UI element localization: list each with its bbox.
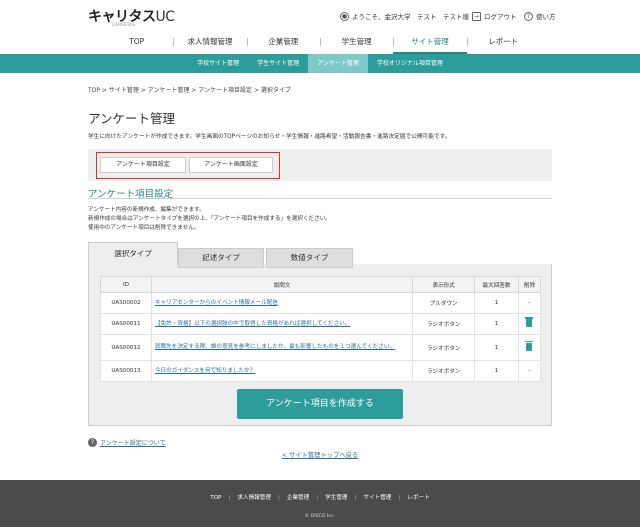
row-format: ラジオボタン: [412, 334, 476, 361]
main-nav-companies[interactable]: 企業管理: [246, 33, 320, 54]
footer-nav-top[interactable]: TOP: [210, 495, 221, 501]
survey-settings-help-link[interactable]: ? アンケート設定について: [88, 438, 166, 447]
row-question-link[interactable]: 【免許・資格】以下の選択肢の中で取得した資格があれば選択してください。: [150, 313, 414, 335]
section-desc-3: 使用中のアンケート項目は削除できません。: [88, 225, 200, 231]
main-nav-jobs[interactable]: 求人情報管理: [173, 33, 246, 54]
trash-icon[interactable]: [525, 340, 534, 351]
footer-nav-report[interactable]: レポート: [407, 495, 429, 501]
header-format: 表示形式: [412, 276, 476, 293]
survey-items-table: ID 設問文 表示形式 最大回答数 削除 UAS00002 キャリアセンターから…: [100, 276, 542, 382]
row-id: UAS00011: [100, 313, 152, 335]
table-row: UAS00002 キャリアセンターからのイベント情報メール配信 プルダウン 1 …: [100, 292, 542, 314]
row-id: UAS00012: [100, 334, 152, 361]
page-description: 学生に向けたアンケートが作成できます。学生画面のTOPページのお知らせ・学生情報…: [88, 134, 451, 140]
footer-nav: TOP | 求人情報管理 | 企業管理 | 学生管理 | サイト管理 | レポート: [210, 495, 430, 501]
header-id: ID: [100, 276, 152, 293]
user-icon: ●: [340, 11, 349, 21]
row-question-link[interactable]: 今日のガイダンスを何で知りましたか？: [150, 360, 414, 382]
question-circle-icon: ?: [88, 438, 97, 447]
row-max: 1: [474, 292, 519, 314]
sub-nav-school-site[interactable]: 学校サイト管理: [188, 54, 248, 73]
sub-nav-student-site[interactable]: 学生サイト管理: [248, 54, 308, 73]
logout-link[interactable]: → ログアウト: [472, 11, 517, 21]
main-nav-students[interactable]: 学生管理: [319, 33, 393, 54]
table-header-row: ID 設問文 表示形式 最大回答数 削除: [100, 276, 542, 293]
sub-nav-survey[interactable]: アンケート管理: [308, 54, 368, 73]
row-format: ラジオボタン: [412, 360, 476, 382]
breadcrumb: TOP > サイト管理 > アンケート管理 > アンケート項目設定 > 選択タイ…: [88, 87, 291, 94]
table-row: UAS00013 今日のガイダンスを何で知りましたか？ ラジオボタン 1 -: [100, 360, 542, 382]
tab-select-type[interactable]: 選択タイプ: [88, 242, 178, 265]
tab-number-type[interactable]: 数値タイプ: [266, 248, 353, 268]
row-max: 1: [474, 334, 519, 361]
sub-nav-original-items[interactable]: 学校オリジナル項目管理: [368, 54, 452, 73]
footer-nav-site[interactable]: サイト管理: [363, 495, 391, 501]
logo-subtitle: CAREETAS: [112, 22, 136, 27]
table-row: UAS00011 【免許・資格】以下の選択肢の中で取得した資格があれば選択してく…: [100, 313, 542, 335]
row-max: 1: [474, 360, 519, 382]
footer-nav-companies[interactable]: 企業管理: [287, 495, 309, 501]
main-nav-site[interactable]: サイト管理: [393, 33, 467, 54]
row-id: UAS00013: [100, 360, 152, 382]
sub-nav: 学校サイト管理 学生サイト管理 アンケート管理 学校オリジナル項目管理: [0, 54, 640, 73]
row-format: プルダウン: [412, 292, 476, 314]
row-id: UAS00002: [100, 292, 152, 314]
main-nav-report[interactable]: レポート: [466, 33, 540, 54]
row-delete[interactable]: [517, 313, 542, 335]
row-question-link[interactable]: キャリアセンターからのイベント情報メール配信: [150, 292, 414, 314]
page-title: アンケート管理: [88, 111, 176, 126]
help-icon: ?: [524, 11, 533, 21]
row-delete-disabled: -: [517, 360, 542, 382]
screen-settings-button[interactable]: アンケート画面設定: [189, 157, 273, 173]
footer-nav-jobs[interactable]: 求人情報管理: [237, 495, 271, 501]
section-divider: [88, 198, 552, 199]
create-survey-item-button[interactable]: アンケート項目を作成する: [237, 389, 403, 419]
copyright: © DISCO Inc.: [304, 514, 336, 519]
top-header: キャリタスUC CAREETAS ● ようこそ、金沢大学 テスト テスト様 → …: [0, 0, 640, 33]
help-link-header[interactable]: ? 使い方: [524, 11, 556, 21]
item-settings-button[interactable]: アンケート項目設定: [100, 157, 186, 173]
main-nav: TOP 求人情報管理 企業管理 学生管理 サイト管理 レポート: [0, 33, 640, 54]
back-to-site-top-link[interactable]: < サイト管理トップへ戻る: [0, 450, 640, 459]
table-row: UAS00012 就職先を決定する際、誰の意見を参考にしましたか。最も影響したも…: [100, 334, 542, 361]
row-max: 1: [474, 313, 519, 335]
logout-icon: →: [472, 11, 481, 21]
header-question: 設問文: [150, 276, 414, 293]
welcome-message: ● ようこそ、金沢大学 テスト テスト様: [340, 11, 469, 21]
row-delete-disabled: -: [517, 292, 542, 314]
row-question-link[interactable]: 就職先を決定する際、誰の意見を参考にしましたか。最も影響したものを１つ選んでくだ…: [150, 334, 414, 361]
footer-nav-students[interactable]: 学生管理: [325, 495, 347, 501]
main-nav-top[interactable]: TOP: [100, 33, 173, 54]
footer: TOP | 求人情報管理 | 企業管理 | 学生管理 | サイト管理 | レポート © DISCO …: [0, 480, 640, 527]
row-delete[interactable]: [517, 334, 542, 361]
tab-text-type[interactable]: 記述タイプ: [178, 248, 264, 268]
header-delete: 削除: [517, 276, 542, 293]
row-format: ラジオボタン: [412, 313, 476, 335]
section-desc-1: アンケート内容の新規作成、編集ができます。: [88, 207, 205, 213]
section-desc-2: 新規作成の場合はアンケートタイプを選択の上、「アンケート項目を作成する」を選択く…: [88, 216, 331, 222]
trash-icon[interactable]: [525, 317, 534, 327]
header-max: 最大回答数: [474, 276, 519, 293]
